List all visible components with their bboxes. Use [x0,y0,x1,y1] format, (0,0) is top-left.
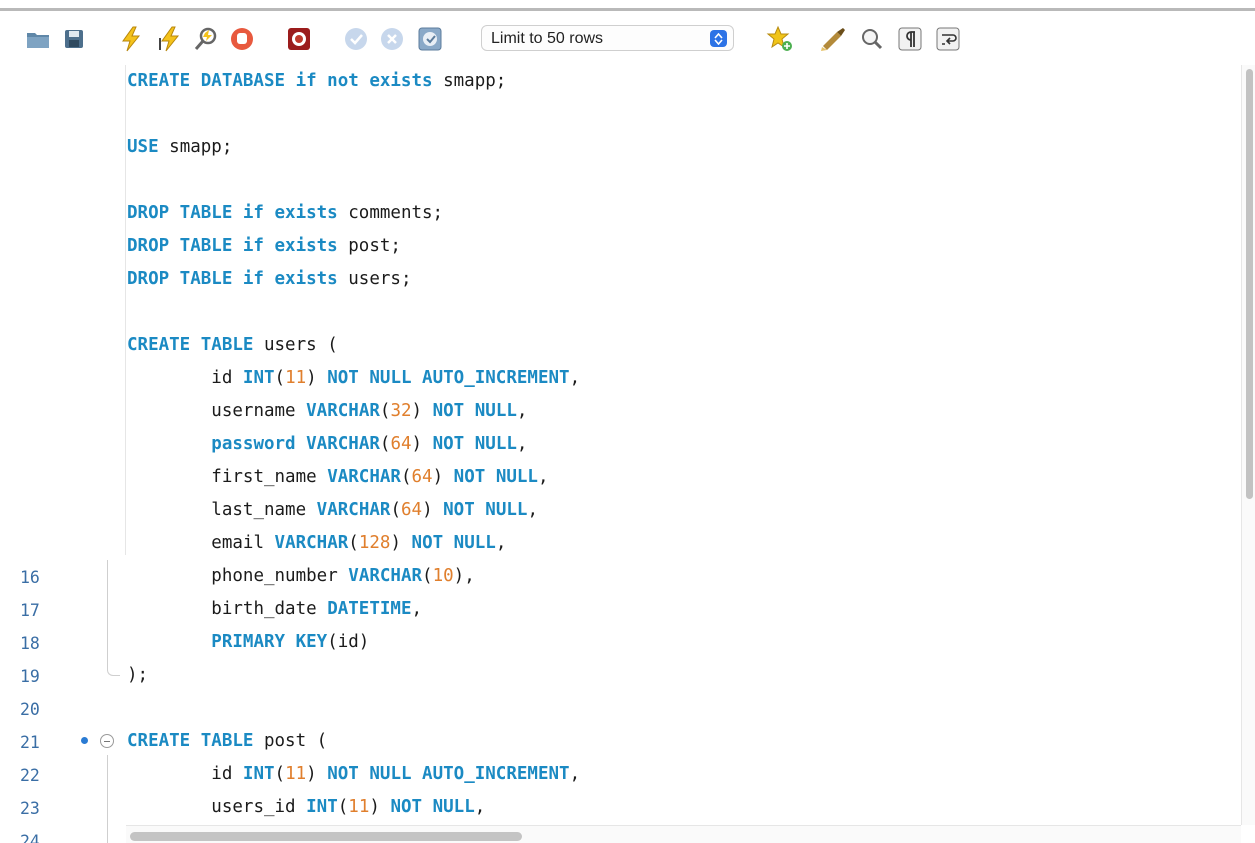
execute-icon[interactable] [117,25,145,53]
line-number: 21 [20,733,40,752]
code-line[interactable]: 19 ); [0,659,1240,692]
rollback-icon[interactable] [378,25,406,53]
line-number: 17 [20,601,40,620]
code-line[interactable]: password VARCHAR(64) NOT NULL, [0,428,1240,461]
code-text: phone_number [211,566,338,586]
code-text: username [211,401,296,421]
code-line[interactable]: 18 PRIMARY KEY(id) [0,626,1240,659]
line-number: 19 [20,667,40,686]
statement-marker-icon [81,737,88,744]
code-line[interactable]: DROP TABLE if exists post; [0,230,1240,263]
save-icon[interactable] [60,25,88,53]
code-text: password [211,434,296,454]
stop-icon[interactable] [228,25,256,53]
execute-statement-icon[interactable] [156,25,184,53]
vertical-scrollbar[interactable] [1241,65,1255,825]
code-line[interactable]: 16 phone_number VARCHAR(10), [0,560,1240,593]
code-text: users ( [263,335,338,355]
code-line[interactable]: 23 users_id INT(11) NOT NULL, [0,791,1240,824]
chevron-updown-icon [710,30,727,47]
code-line[interactable]: id INT(11) NOT NULL AUTO_INCREMENT, [0,362,1240,395]
code-line[interactable]: CREATE DATABASE if not exists smapp; [0,65,1240,98]
sql-editor-toolbar: Limit to 50 rows [0,11,1255,66]
explain-icon[interactable] [192,25,220,53]
code-text: users_id [211,797,296,817]
line-number: 20 [20,700,40,719]
line-number: 22 [20,766,40,785]
row-limit-select[interactable]: Limit to 50 rows [481,25,734,51]
code-line[interactable]: 22 id INT(11) NOT NULL AUTO_INCREMENT, [0,758,1240,791]
vertical-scroll-thumb[interactable] [1246,69,1253,499]
code-text: post; [348,236,401,256]
code-text: ); [127,665,149,685]
line-number: 23 [20,799,40,818]
fold-toggle-icon[interactable] [100,734,114,748]
code-text: id [211,764,233,784]
code-text: last_name [211,500,307,520]
code-text: id [211,368,233,388]
line-number: 18 [20,634,40,653]
code-text: comments; [348,203,444,223]
code-line[interactable]: email VARCHAR(128) NOT NULL, [0,527,1240,560]
invisible-chars-icon[interactable] [896,25,924,53]
open-folder-icon[interactable] [24,25,52,53]
horizontal-scroll-thumb[interactable] [130,832,522,841]
code-text: users; [348,269,412,289]
code-text: (id) [327,632,370,652]
line-number: 16 [20,568,40,587]
code-line[interactable]: 21 CREATE TABLE post ( [0,725,1240,758]
beautify-icon[interactable] [820,25,848,53]
add-snippet-icon[interactable] [766,25,794,53]
sql-editor[interactable]: CREATE DATABASE if not exists smapp; USE… [0,65,1255,843]
code-line[interactable]: first_name VARCHAR(64) NOT NULL, [0,461,1240,494]
code-line[interactable]: username VARCHAR(32) NOT NULL, [0,395,1240,428]
code-line[interactable]: CREATE TABLE users ( [0,329,1240,362]
code-line[interactable]: DROP TABLE if exists users; [0,263,1240,296]
commit-icon[interactable] [342,25,370,53]
code-text: smapp; [443,71,507,91]
find-icon[interactable] [858,25,886,53]
row-limit-label: Limit to 50 rows [491,30,604,47]
toggle-error-icon[interactable] [285,25,313,53]
code-text: post ( [263,731,328,751]
line-number: 24 [20,832,40,843]
code-text: birth_date [211,599,317,619]
code-area[interactable]: CREATE DATABASE if not exists smapp; USE… [0,65,1241,843]
horizontal-scrollbar[interactable] [126,825,1241,843]
code-text: email [211,533,264,553]
code-line[interactable]: last_name VARCHAR(64) NOT NULL, [0,494,1240,527]
code-line[interactable]: USE smapp; [0,131,1240,164]
autocommit-icon[interactable] [416,25,444,53]
code-line[interactable]: DROP TABLE if exists comments; [0,197,1240,230]
code-text: first_name [211,467,317,487]
wrap-lines-icon[interactable] [934,25,962,53]
code-line[interactable]: 17 birth_date DATETIME, [0,593,1240,626]
code-text: smapp; [169,137,233,157]
code-line[interactable]: 20 [0,692,1240,725]
